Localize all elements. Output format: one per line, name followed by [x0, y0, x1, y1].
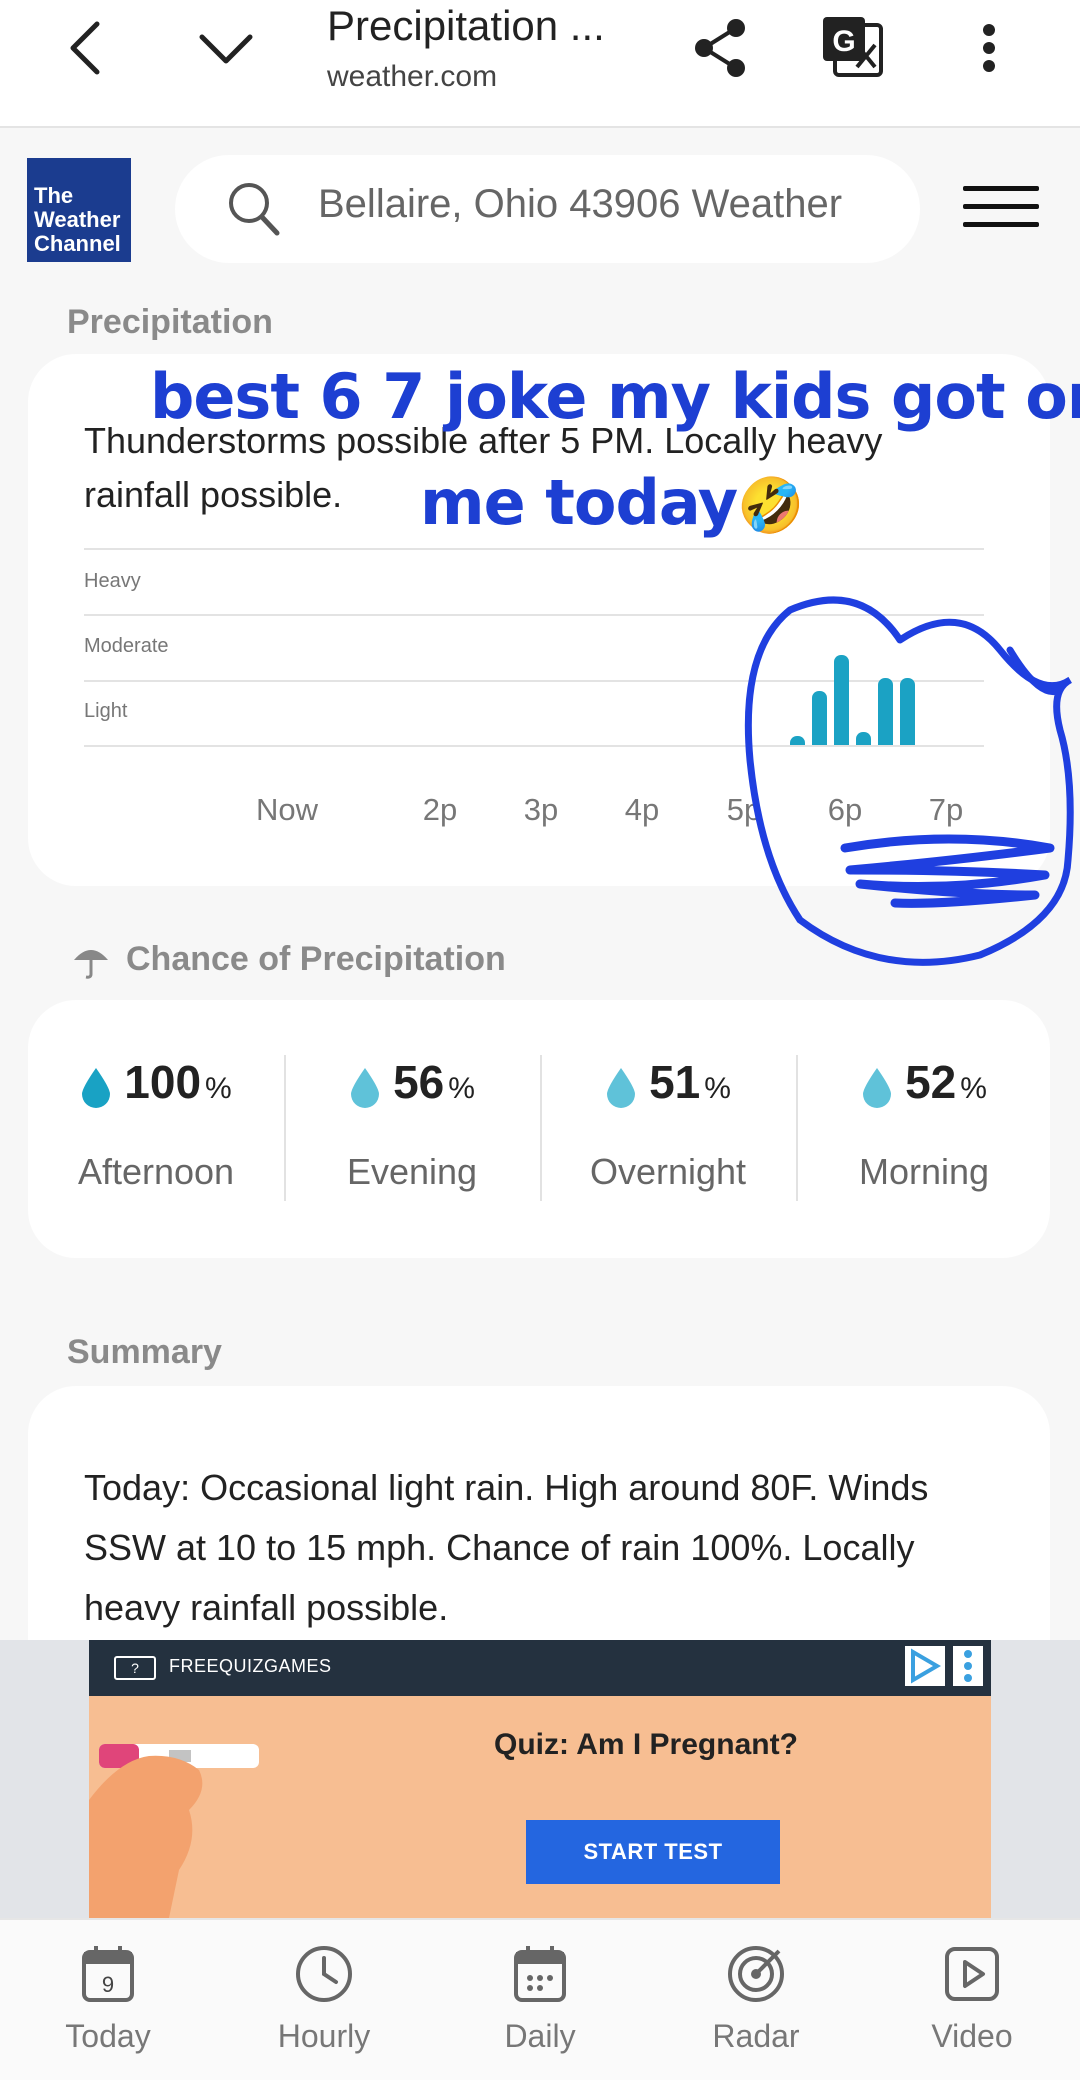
chance-label: Overnight	[589, 1151, 747, 1192]
ad-headline: Quiz: Am I Pregnant?	[494, 1728, 798, 1761]
ad-brand: FREEQUIZGAMES	[169, 1656, 332, 1676]
chance-value: 51	[649, 1056, 701, 1108]
chance-item: 52% Morning	[796, 1055, 1052, 1203]
precipitation-bar	[856, 731, 871, 745]
ad-illustration	[89, 1700, 319, 1918]
tick-3p: 3p	[523, 792, 559, 827]
search-text: Bellaire, Ohio 43906 Weather	[318, 182, 843, 226]
nav-hourly[interactable]: Hourly	[234, 1942, 414, 2055]
precipitation-heading: Precipitation	[67, 303, 273, 341]
chart-gridline-moderate	[84, 680, 984, 682]
tick-6p: 6p	[827, 792, 863, 827]
precipitation-bar	[900, 677, 915, 745]
chance-unit: %	[205, 1072, 232, 1105]
hamburger-menu-icon[interactable]	[963, 186, 1039, 240]
precipitation-bar	[878, 677, 893, 745]
ad-banner[interactable]: ? FREEQUIZGAMES Quiz: Am I Pregnant? STA…	[89, 1640, 991, 1918]
nav-video[interactable]: Video	[882, 1942, 1062, 2055]
raindrop-icon	[80, 1066, 112, 1113]
calendar-day-icon: 9	[18, 1942, 198, 2006]
level-label-light: Light	[84, 700, 128, 722]
logo-line-1: The	[34, 183, 74, 208]
svg-text:G: G	[832, 25, 855, 58]
start-test-button[interactable]: START TEST	[526, 1820, 780, 1884]
summary-heading: Summary	[67, 1333, 222, 1371]
page-title: Precipitation ...	[327, 2, 605, 49]
logo-line-2: Weather	[34, 207, 121, 232]
chance-value: 56	[393, 1056, 445, 1108]
raindrop-icon	[349, 1066, 381, 1113]
annotation-caption-text: me today	[420, 466, 738, 539]
chance-label: Morning	[858, 1151, 990, 1192]
chance-value: 100	[124, 1056, 202, 1108]
laughing-emoji-icon: 🤣	[737, 474, 804, 537]
search-input[interactable]: Bellaire, Ohio 43906 Weather	[175, 155, 920, 263]
ad-choices-icon[interactable]	[905, 1646, 945, 1686]
clock-icon	[234, 1942, 414, 2006]
chance-value: 52	[905, 1056, 957, 1108]
chart-gridline-heavy	[84, 614, 984, 616]
chance-unit: %	[960, 1072, 987, 1105]
divider	[540, 1055, 542, 1201]
browser-bar: Precipitation ... weather.com G	[0, 0, 1080, 128]
nav-label-today: Today	[65, 2018, 151, 2054]
tick-4p: 4p	[624, 792, 660, 827]
nav-radar[interactable]: Radar	[666, 1942, 846, 2055]
tick-now: Now	[255, 792, 319, 827]
logo-line-3: Channel	[34, 231, 121, 256]
page-url[interactable]: weather.com	[327, 60, 497, 94]
site-header: The Weather Channel Bellaire, Ohio 43906…	[0, 130, 1080, 280]
level-label-moderate: Moderate	[84, 635, 169, 657]
chance-unit: %	[448, 1072, 475, 1105]
chevron-down-icon[interactable]	[194, 24, 258, 72]
annotation-caption-line1: best 6 7 joke my kids got on	[150, 360, 1080, 433]
nav-label-daily: Daily	[504, 2018, 576, 2054]
video-icon	[882, 1942, 1062, 2006]
chance-heading: Chance of Precipitation	[126, 940, 506, 978]
bottom-nav: 9 Today Hourly Daily Radar Video	[0, 1918, 1080, 2080]
nav-label-video: Video	[931, 2018, 1013, 2054]
share-icon[interactable]	[690, 16, 750, 80]
summary-text: Today: Occasional light rain. High aroun…	[84, 1467, 929, 1628]
chance-item: 51% Overnight	[540, 1055, 796, 1203]
precipitation-card: Thunderstorms possible after 5 PM. Local…	[28, 354, 1050, 886]
calendar-icon	[450, 1942, 630, 2006]
precipitation-bar	[812, 691, 827, 745]
ad-brand-icon: ?	[114, 1656, 156, 1680]
chart-baseline	[84, 745, 984, 747]
nav-label-radar: Radar	[712, 2018, 800, 2054]
radar-icon	[666, 1942, 846, 2006]
chance-item: 100% Afternoon	[28, 1055, 284, 1203]
chance-label: Afternoon	[77, 1151, 235, 1192]
raindrop-icon	[861, 1066, 893, 1113]
tick-2p: 2p	[422, 792, 458, 827]
more-vertical-icon[interactable]	[974, 18, 1004, 78]
search-icon	[227, 181, 281, 242]
nav-today[interactable]: 9 Today	[18, 1942, 198, 2055]
divider	[284, 1055, 286, 1201]
calendar-badge: 9	[102, 1972, 114, 1997]
precipitation-bar	[790, 736, 805, 745]
divider	[796, 1055, 798, 1201]
precipitation-bar	[834, 655, 849, 745]
raindrop-icon	[605, 1066, 637, 1113]
level-label-heavy: Heavy	[84, 570, 141, 592]
nav-label-hourly: Hourly	[277, 2018, 371, 2054]
umbrella-icon	[72, 942, 110, 985]
ad-top-bar: ? FREEQUIZGAMES	[89, 1640, 991, 1696]
annotation-caption-line2: me today🤣	[420, 466, 804, 539]
nav-daily[interactable]: Daily	[450, 1942, 630, 2055]
tick-7p: 7p	[928, 792, 964, 827]
chance-item: 56% Evening	[284, 1055, 540, 1203]
weather-channel-logo[interactable]: The Weather Channel	[27, 158, 131, 262]
back-icon[interactable]	[60, 18, 110, 78]
ad-more-icon[interactable]	[953, 1646, 983, 1686]
chart-gridline-top	[84, 548, 984, 550]
tick-5p: 5p	[726, 792, 762, 827]
translate-icon[interactable]: G	[820, 14, 886, 80]
chance-label: Evening	[346, 1151, 478, 1192]
chance-unit: %	[704, 1072, 731, 1105]
